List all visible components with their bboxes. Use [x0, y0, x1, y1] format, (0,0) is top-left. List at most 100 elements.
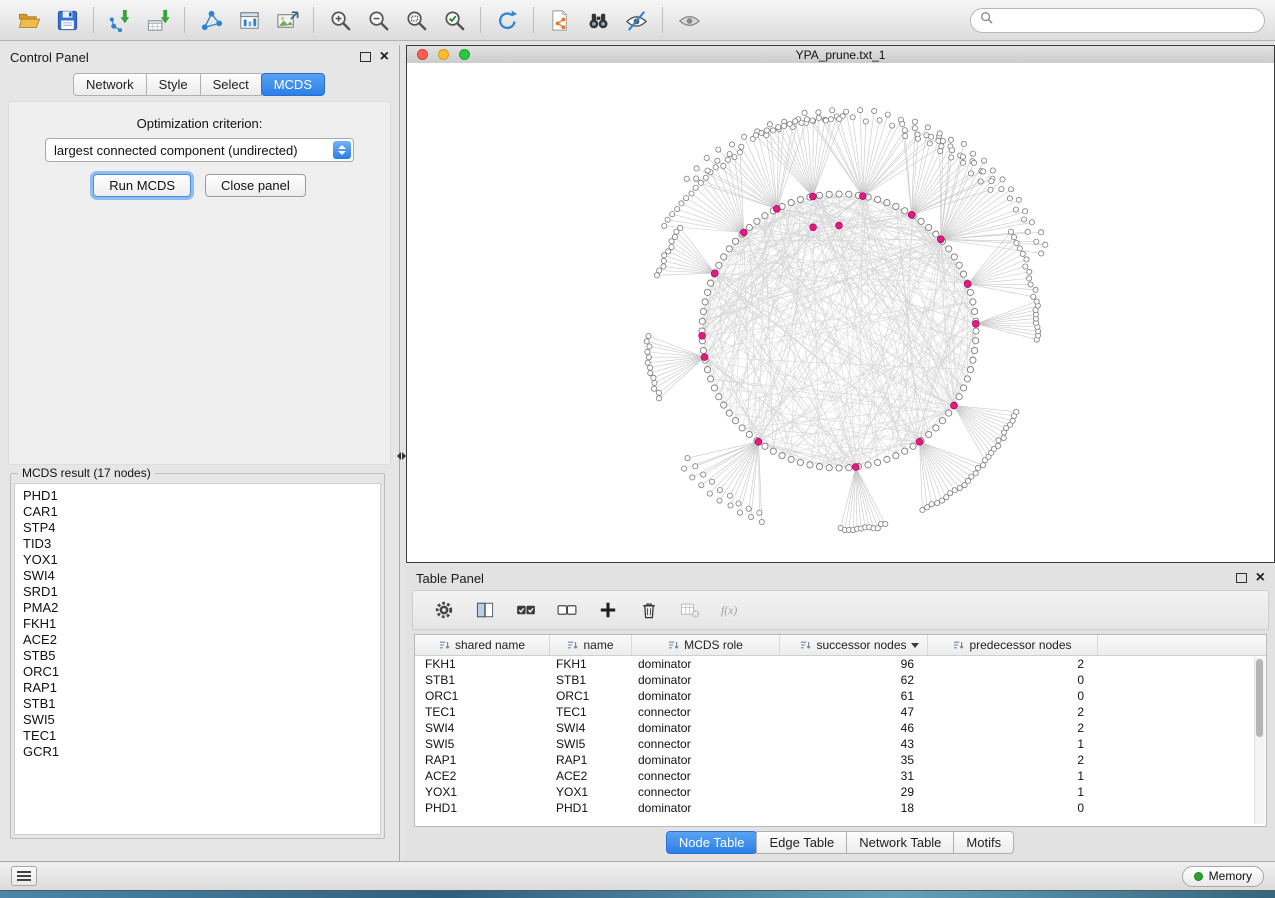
- tab-network[interactable]: Network: [73, 73, 147, 96]
- open-file-icon: [17, 8, 42, 33]
- open-file-button[interactable]: [11, 4, 47, 36]
- split-columns-button[interactable]: [472, 597, 498, 623]
- table-row[interactable]: YOX1YOX1connector291: [415, 784, 1266, 800]
- network-graph[interactable]: [407, 63, 1274, 562]
- close-table-panel-icon[interactable]: ×: [1256, 571, 1265, 585]
- gear-button[interactable]: [431, 597, 457, 623]
- table-row[interactable]: ORC1ORC1dominator610: [415, 688, 1266, 704]
- table-row[interactable]: FKH1FKH1dominator962: [415, 656, 1266, 672]
- tab-edge-table[interactable]: Edge Table: [756, 831, 847, 854]
- float-panel-icon[interactable]: [360, 52, 371, 62]
- mcds-result-list[interactable]: PHD1CAR1STP4TID3YOX1SWI4SRD1PMA2FKH1ACE2…: [14, 483, 381, 835]
- run-mcds-button[interactable]: Run MCDS: [93, 174, 191, 197]
- mcds-result-item[interactable]: RAP1: [23, 680, 380, 696]
- cell-shared-name: RAP1: [415, 753, 550, 767]
- mcds-result-item[interactable]: SWI4: [23, 568, 380, 584]
- network-share-button[interactable]: [193, 4, 229, 36]
- table-scrollbar[interactable]: [1254, 657, 1265, 824]
- import-table-button[interactable]: [140, 4, 176, 36]
- control-panel: Control Panel × NetworkStyleSelectMCDS O…: [0, 45, 400, 861]
- table-row[interactable]: SWI5SWI5connector431: [415, 736, 1266, 752]
- cell-predecessor-nodes: 1: [928, 737, 1098, 751]
- float-table-panel-icon[interactable]: [1236, 573, 1247, 583]
- mcds-result-item[interactable]: PMA2: [23, 600, 380, 616]
- refresh-button[interactable]: [489, 4, 525, 36]
- maximize-window-icon[interactable]: [459, 49, 470, 60]
- search-icon: [980, 11, 993, 29]
- minimize-window-icon[interactable]: [438, 49, 449, 60]
- unselect-all-icon: [556, 599, 578, 621]
- image-export-button[interactable]: [269, 4, 305, 36]
- table-row[interactable]: TEC1TEC1connector472: [415, 704, 1266, 720]
- add-column-button[interactable]: [595, 597, 621, 623]
- mcds-result-item[interactable]: STP4: [23, 520, 380, 536]
- delete-column-button[interactable]: [636, 597, 662, 623]
- zoom-in-button[interactable]: [322, 4, 358, 36]
- toolbar-separator: [313, 7, 314, 33]
- mcds-result-item[interactable]: ORC1: [23, 664, 380, 680]
- column-header-successor-nodes[interactable]: successor nodes: [780, 635, 928, 655]
- table-row[interactable]: ACE2ACE2connector311: [415, 768, 1266, 784]
- cell-name: SWI5: [550, 737, 632, 751]
- close-panel-button[interactable]: Close panel: [205, 174, 306, 197]
- zoom-fit-button[interactable]: [398, 4, 434, 36]
- table-row[interactable]: SWI4SWI4dominator462: [415, 720, 1266, 736]
- table-chart-button[interactable]: [231, 4, 267, 36]
- unselect-all-button[interactable]: [554, 597, 580, 623]
- select-all-icon: [515, 599, 537, 621]
- select-all-button[interactable]: [513, 597, 539, 623]
- search-network-button[interactable]: [580, 4, 616, 36]
- import-network-button[interactable]: [102, 4, 138, 36]
- column-header-shared-name[interactable]: shared name: [415, 635, 550, 655]
- tab-style[interactable]: Style: [146, 73, 201, 96]
- mcds-result-item[interactable]: GCR1: [23, 744, 380, 760]
- criterion-select[interactable]: largest connected component (undirected): [45, 138, 354, 162]
- cell-shared-name: YOX1: [415, 785, 550, 799]
- zoom-out-button[interactable]: [360, 4, 396, 36]
- close-window-icon[interactable]: [417, 49, 428, 60]
- network-canvas[interactable]: [407, 63, 1274, 562]
- mcds-result-item[interactable]: SRD1: [23, 584, 380, 600]
- mcds-result-item[interactable]: CAR1: [23, 504, 380, 520]
- zoom-fit-icon: [404, 8, 429, 33]
- cell-name: ORC1: [550, 689, 632, 703]
- search-box[interactable]: [970, 8, 1265, 33]
- column-header-name[interactable]: name: [550, 635, 632, 655]
- mcds-result-item[interactable]: STB5: [23, 648, 380, 664]
- mcds-result-item[interactable]: SWI5: [23, 712, 380, 728]
- close-panel-icon[interactable]: ×: [380, 50, 389, 64]
- memory-button[interactable]: Memory: [1182, 866, 1264, 887]
- panel-menu-button[interactable]: [11, 866, 37, 886]
- show-details-button[interactable]: [671, 4, 707, 36]
- tab-select[interactable]: Select: [200, 73, 262, 96]
- tab-network-table[interactable]: Network Table: [846, 831, 954, 854]
- column-header-predecessor-nodes[interactable]: predecessor nodes: [928, 635, 1098, 655]
- mcds-result-item[interactable]: TID3: [23, 536, 380, 552]
- split-columns-icon: [474, 599, 496, 621]
- hide-details-button[interactable]: [618, 4, 654, 36]
- mcds-result-item[interactable]: YOX1: [23, 552, 380, 568]
- search-input[interactable]: [999, 12, 1255, 29]
- table-row[interactable]: STB1STB1dominator620: [415, 672, 1266, 688]
- mcds-result-item[interactable]: TEC1: [23, 728, 380, 744]
- column-header-MCDS-role[interactable]: MCDS role: [632, 635, 780, 655]
- save-button[interactable]: [49, 4, 85, 36]
- show-details-icon: [677, 8, 702, 33]
- mcds-result-item[interactable]: FKH1: [23, 616, 380, 632]
- tab-mcds[interactable]: MCDS: [261, 73, 325, 96]
- mcds-result-item[interactable]: STB1: [23, 696, 380, 712]
- mcds-result-item[interactable]: PHD1: [23, 488, 380, 504]
- table-row[interactable]: PHD1PHD1dominator180: [415, 800, 1266, 816]
- cell-successor-nodes: 47: [780, 705, 928, 719]
- share-document-button[interactable]: [542, 4, 578, 36]
- cell-MCDS-role: dominator: [632, 721, 780, 735]
- mcds-result-item[interactable]: ACE2: [23, 632, 380, 648]
- cell-successor-nodes: 61: [780, 689, 928, 703]
- criterion-selected-value: largest connected component (undirected): [54, 143, 298, 158]
- import-network-icon: [108, 8, 133, 33]
- zoom-selected-button[interactable]: [436, 4, 472, 36]
- tab-motifs[interactable]: Motifs: [953, 831, 1014, 854]
- scrollbar-thumb[interactable]: [1256, 659, 1263, 737]
- tab-node-table[interactable]: Node Table: [666, 831, 758, 854]
- table-row[interactable]: RAP1RAP1dominator352: [415, 752, 1266, 768]
